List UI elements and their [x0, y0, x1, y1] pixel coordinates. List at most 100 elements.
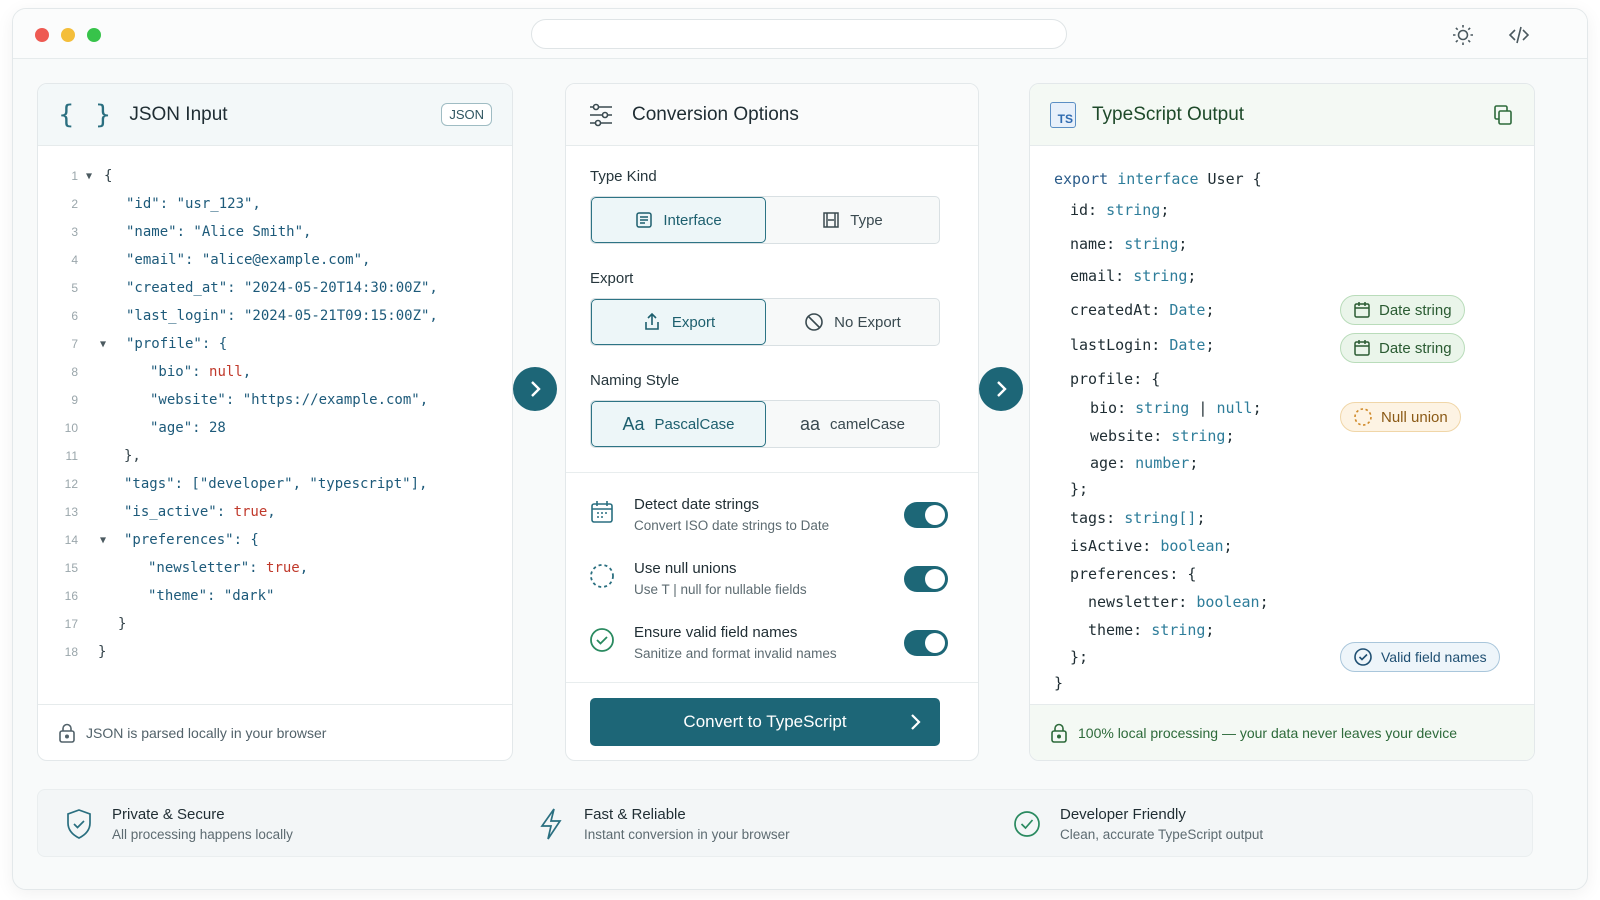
code-line: 2 "id": "usr_123", — [71, 196, 261, 212]
code-line: 16 "theme": "dark" — [64, 588, 275, 604]
code-line: 18} — [64, 644, 107, 660]
json-editor[interactable]: 1 ▼{ 2 "id": "usr_123", 3 "name": "Alice Sm… — [38, 162, 512, 666]
json-badge: JSON — [441, 103, 492, 126]
ts-footer-text: 100% local processing — your data never … — [1078, 724, 1457, 741]
next-step-button[interactable] — [979, 367, 1023, 411]
collapse-caret-icon[interactable]: ▼ — [86, 171, 92, 182]
export-option[interactable]: Export — [591, 299, 766, 345]
code-line: createdAt: Date; — [1070, 301, 1215, 319]
code-line: 9 "website": "https://example.com", — [71, 392, 429, 408]
json-panel-footer: JSON is parsed locally in your browser — [38, 704, 512, 760]
code-line: age: number; — [1090, 454, 1199, 472]
code-line: profile: { — [1070, 370, 1161, 388]
chevron-right-icon — [911, 714, 921, 730]
code-line: 13 "is_active": true, — [64, 504, 276, 520]
sun-icon[interactable] — [1451, 23, 1475, 47]
address-bar[interactable] — [531, 19, 1067, 49]
naming-style-label: Naming Style — [590, 372, 680, 389]
code-line: 14 ▼ "preferences": { — [64, 532, 259, 548]
code-line: 8 "bio": null, — [71, 364, 252, 380]
divider — [566, 682, 978, 683]
camelcase-option[interactable]: aa camelCase — [766, 401, 939, 447]
valid-names-switch[interactable] — [904, 630, 948, 656]
code-line: 12 "tags": ["developer", "typescript"], — [64, 476, 428, 492]
minimize-window-button[interactable] — [61, 28, 75, 42]
valid-field-names-chip: Valid field names — [1340, 642, 1500, 672]
typescript-output-panel: TS TypeScript Output export interface Us… — [1029, 83, 1535, 761]
toggle-valid-names: Ensure valid field names Sanitize and fo… — [588, 622, 950, 672]
code-icon[interactable] — [1507, 23, 1531, 47]
date-string-chip: Date string — [1340, 333, 1465, 363]
null-unions-switch[interactable] — [904, 566, 948, 592]
code-line: bio: string | null; — [1090, 399, 1262, 417]
code-line: }; — [1070, 480, 1089, 498]
options-panel-header: Conversion Options — [566, 84, 978, 146]
code-line: newsletter: boolean; — [1088, 593, 1269, 611]
code-line: 10 "age": 28 — [64, 420, 226, 436]
lock-icon — [1051, 723, 1067, 743]
code-line: 3 "name": "Alice Smith", — [71, 224, 312, 240]
ts-panel-footer: 100% local processing — your data never … — [1030, 704, 1534, 760]
type-icon — [823, 212, 839, 228]
maximize-window-button[interactable] — [87, 28, 101, 42]
pascalcase-glyph: Aa — [622, 413, 645, 434]
type-kind-selector: Interface Type — [590, 196, 940, 244]
code-line: }; — [1070, 648, 1089, 666]
code-line: isActive: boolean; — [1070, 537, 1233, 555]
check-circle-icon — [590, 628, 614, 652]
code-line: email: string; — [1070, 267, 1197, 285]
code-line: 5 "created_at": "2024-05-20T14:30:00Z", — [71, 280, 438, 296]
export-selector: Export No Export — [590, 298, 940, 346]
lock-icon — [59, 723, 75, 743]
code-line: 1 ▼{ — [71, 168, 113, 184]
code-line: 15 "newsletter": true, — [64, 560, 309, 576]
dashed-circle-icon — [1354, 408, 1372, 426]
conversion-options-panel: Conversion Options Type Kind Interface T… — [565, 83, 979, 761]
calendar-icon — [1354, 340, 1370, 356]
json-footer-text: JSON is parsed locally in your browser — [86, 724, 327, 741]
calendar-icon — [591, 501, 613, 523]
upload-icon — [645, 312, 659, 330]
code-line: 17} — [64, 616, 127, 632]
convert-button[interactable]: Convert to TypeScript — [590, 698, 940, 746]
calendar-icon — [1354, 302, 1370, 318]
code-line: 4 "email": "alice@example.com", — [71, 252, 371, 268]
type-kind-label: Type Kind — [590, 168, 657, 185]
code-line: export interface User { — [1054, 170, 1262, 188]
app-window: { } JSON Input JSON 1 ▼{ 2 "id": "usr_123"… — [12, 8, 1588, 890]
null-union-chip: Null union — [1340, 402, 1461, 432]
code-line: lastLogin: Date; — [1070, 336, 1215, 354]
code-line: 7 ▼ "profile": { — [71, 336, 228, 352]
collapse-caret-icon[interactable]: ▼ — [100, 535, 106, 546]
options-panel-title: Conversion Options — [632, 103, 799, 125]
braces-icon: { } — [58, 99, 118, 130]
sliders-icon — [590, 103, 612, 126]
date-string-chip: Date string — [1340, 295, 1465, 325]
divider — [566, 472, 978, 473]
code-line: tags: string[]; — [1070, 509, 1206, 527]
ts-panel-title: TypeScript Output — [1092, 103, 1245, 125]
code-line: id: string; — [1070, 201, 1170, 219]
title-bar — [13, 9, 1587, 59]
dashed-circle-icon — [590, 564, 614, 588]
json-panel-title: JSON Input — [129, 103, 228, 125]
code-line: name: string; — [1070, 235, 1188, 253]
copy-icon[interactable] — [1492, 104, 1514, 126]
camelcase-glyph: aa — [799, 413, 820, 434]
lightning-icon — [540, 808, 562, 840]
no-export-option[interactable]: No Export — [766, 299, 939, 345]
ts-logo-icon: TS — [1050, 101, 1076, 128]
close-window-button[interactable] — [35, 28, 49, 42]
ts-panel-header: TS TypeScript Output — [1030, 84, 1534, 146]
prohibited-icon — [805, 313, 823, 331]
collapse-caret-icon[interactable]: ▼ — [100, 339, 106, 350]
interface-option[interactable]: Interface — [591, 197, 766, 243]
check-circle-icon — [1354, 648, 1372, 666]
next-step-button[interactable] — [513, 367, 557, 411]
features-bar: Private & Secure All processing happens … — [37, 789, 1533, 857]
toggle-detect-dates: Detect date strings Convert ISO date str… — [588, 494, 950, 544]
pascalcase-option[interactable]: Aa PascalCase — [591, 401, 766, 447]
detect-dates-switch[interactable] — [904, 502, 948, 528]
type-option[interactable]: Type — [766, 197, 939, 243]
json-input-panel: { } JSON Input JSON 1 ▼{ 2 "id": "usr_123"… — [37, 83, 513, 761]
